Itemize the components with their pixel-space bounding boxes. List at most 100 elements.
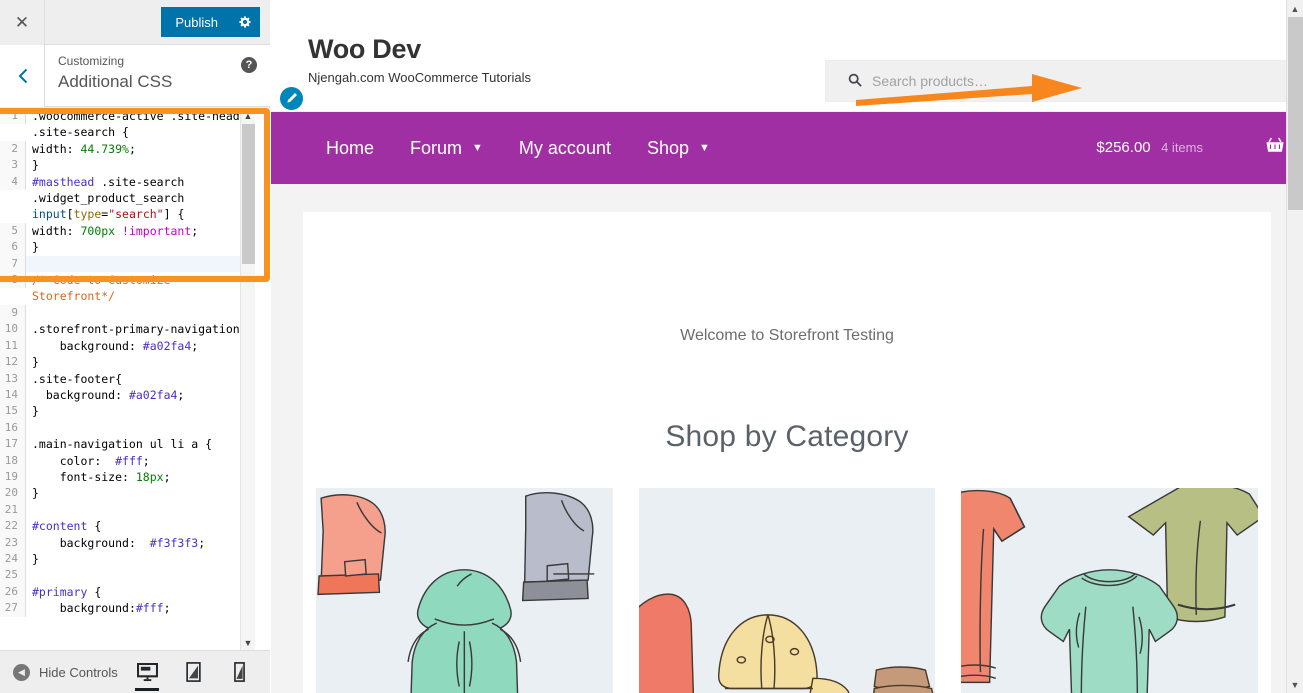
nav-item-forum[interactable]: Forum ▼	[392, 138, 501, 159]
close-customizer-button[interactable]: ✕	[0, 0, 45, 45]
code-text[interactable]: width: 700px !important;	[26, 223, 255, 239]
code-line[interactable]: 5 width: 700px !important;	[0, 222, 255, 240]
nav-item-my-account[interactable]: My account	[501, 138, 629, 159]
code-text[interactable]: .storefront-primary-navigation {	[26, 321, 255, 337]
line-number: 27	[0, 600, 26, 617]
hoodies-illustration	[316, 488, 613, 693]
css-editor[interactable]: 1 .woocommerce-active .site-header .site-…	[0, 108, 270, 650]
customizer-sidebar: ✕ Publish Customizing Additional CSS ? 1…	[0, 0, 270, 693]
cart-area[interactable]: $256.00 4 items	[1096, 136, 1285, 160]
line-number: 21	[0, 501, 26, 519]
code-line[interactable]: 2 width: 44.739%;	[0, 140, 255, 158]
editor-scroll-thumb[interactable]	[242, 124, 255, 264]
code-text[interactable]	[26, 256, 255, 272]
line-number: 2	[0, 140, 26, 158]
nav-item-home[interactable]: Home	[308, 138, 392, 159]
category-card-tshirts[interactable]	[961, 488, 1259, 693]
gear-icon[interactable]	[230, 7, 260, 37]
page-scroll-down-icon[interactable]: ▼	[1287, 676, 1303, 693]
code-text[interactable]: background: #a02fa4;	[26, 387, 255, 403]
code-line[interactable]: 9	[0, 304, 255, 322]
basket-icon[interactable]	[1265, 136, 1285, 160]
code-text[interactable]: width: 44.739%;	[26, 141, 255, 157]
page-scrollbar[interactable]: ▲ ▼	[1286, 0, 1303, 693]
code-line[interactable]: 10 .storefront-primary-navigation {	[0, 321, 255, 338]
css-code-area[interactable]: 1 .woocommerce-active .site-header .site-…	[0, 108, 255, 650]
cart-summary[interactable]: $256.00 4 items	[1096, 139, 1203, 157]
publish-button[interactable]: Publish	[161, 7, 230, 37]
code-text[interactable]: }	[26, 485, 255, 501]
code-text[interactable]: background: #a02fa4;	[26, 338, 255, 354]
code-line[interactable]: 12}	[0, 354, 255, 371]
line-number: 10	[0, 321, 26, 338]
code-line[interactable]: 19 font-size: 18px;	[0, 468, 255, 486]
category-card-caps[interactable]	[638, 488, 936, 693]
customizer-panel-header: Customizing Additional CSS ?	[0, 45, 270, 107]
scroll-down-icon[interactable]: ▼	[241, 635, 255, 650]
code-line[interactable]: 21	[0, 501, 255, 519]
code-line[interactable]: 24}	[0, 550, 255, 568]
code-line[interactable]: 26 #primary {	[0, 583, 255, 601]
code-line[interactable]: 15}	[0, 403, 255, 420]
code-line[interactable]: 8/* Code to Customize Storefront*/	[0, 272, 255, 305]
scroll-up-icon[interactable]: ▲	[241, 108, 255, 123]
code-line[interactable]: 27 background:#fff;	[0, 600, 255, 617]
code-text[interactable]: }	[26, 551, 255, 567]
code-line[interactable]: 25	[0, 567, 255, 584]
code-text[interactable]	[26, 567, 255, 583]
code-line[interactable]: 11 background: #a02fa4;	[0, 337, 255, 355]
code-line[interactable]: 14 background: #a02fa4;	[0, 386, 255, 404]
line-number: 17	[0, 436, 26, 453]
code-text[interactable]: .main-navigation ul li a {	[26, 436, 255, 452]
code-line[interactable]: 7	[0, 255, 255, 273]
site-branding[interactable]: Woo Dev Njengah.com WooCommerce Tutorial…	[308, 33, 531, 85]
chevron-down-icon[interactable]: ▼	[472, 142, 483, 154]
code-text[interactable]	[26, 305, 255, 321]
code-text[interactable]: background: #f3f3f3;	[26, 535, 255, 551]
code-line[interactable]: 13 .site-footer{	[0, 370, 255, 387]
code-line[interactable]: 6}	[0, 239, 255, 256]
chevron-down-icon[interactable]: ▼	[699, 142, 710, 154]
code-text[interactable]: }	[26, 157, 255, 173]
code-text[interactable]: .woocommerce-active .site-header .site-s…	[26, 108, 255, 141]
nav-item-shop[interactable]: Shop ▼	[629, 138, 728, 159]
code-line[interactable]: 16	[0, 419, 255, 437]
device-desktop-button[interactable]	[132, 653, 162, 691]
line-number: 16	[0, 419, 26, 437]
category-grid	[316, 488, 1259, 693]
code-text[interactable]: color: #fff;	[26, 453, 255, 469]
code-line[interactable]: 3}	[0, 157, 255, 174]
code-text[interactable]: background:#fff;	[26, 600, 255, 616]
code-line[interactable]: 18 color: #fff;	[0, 452, 255, 469]
line-number: 24	[0, 550, 26, 568]
code-text[interactable]: .site-footer{	[26, 371, 255, 387]
code-text[interactable]: font-size: 18px;	[26, 469, 255, 485]
device-tablet-button[interactable]	[178, 653, 208, 691]
code-text[interactable]: /* Code to Customize Storefront*/	[26, 272, 255, 305]
code-line[interactable]: 20}	[0, 485, 255, 502]
code-line[interactable]: 4 #masthead .site-search .widget_product_…	[0, 173, 255, 223]
code-text[interactable]: #masthead .site-search .widget_product_s…	[26, 174, 255, 223]
code-line[interactable]: 17 .main-navigation ul li a {	[0, 436, 255, 453]
code-text[interactable]: #content {	[26, 518, 255, 534]
editor-scrollbar[interactable]: ▲ ▼	[240, 108, 255, 650]
hide-controls-button[interactable]: ◀ Hide Controls	[13, 663, 118, 681]
device-mobile-button[interactable]	[224, 653, 254, 691]
page-scroll-thumb[interactable]	[1288, 17, 1303, 210]
code-line[interactable]: 22 #content {	[0, 518, 255, 535]
code-text[interactable]: }	[26, 403, 255, 419]
code-line[interactable]: 23 background: #f3f3f3;	[0, 534, 255, 551]
code-text[interactable]: #primary {	[26, 584, 255, 600]
category-card-hoodies[interactable]	[316, 488, 613, 693]
line-number: 5	[0, 222, 26, 240]
page-scroll-up-icon[interactable]: ▲	[1287, 0, 1303, 17]
code-text[interactable]	[26, 502, 255, 518]
code-text[interactable]	[26, 420, 255, 436]
back-button[interactable]	[0, 45, 45, 107]
hide-controls-label: Hide Controls	[39, 664, 118, 680]
code-text[interactable]: }	[26, 354, 255, 370]
pencil-edit-icon[interactable]	[278, 85, 305, 112]
code-line[interactable]: 1 .woocommerce-active .site-header .site-…	[0, 108, 255, 141]
code-text[interactable]: }	[26, 239, 255, 255]
help-icon[interactable]: ?	[241, 57, 257, 73]
